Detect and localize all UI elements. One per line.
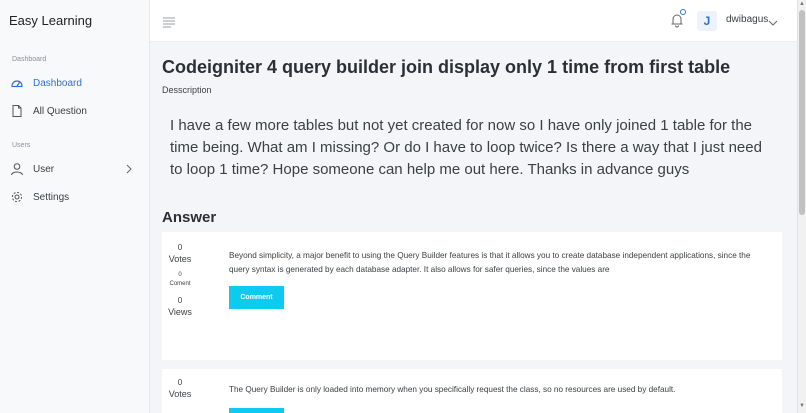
sidebar-item-user[interactable]: User [0, 155, 149, 183]
username-label[interactable]: dwibagus [726, 14, 768, 25]
sidebar-item-dashboard[interactable]: Dashboard [0, 69, 149, 97]
answer-card: 0 Votes The Query Builder is only loaded… [162, 369, 782, 413]
votes-count: 0 [177, 378, 183, 387]
scroll-down-icon[interactable]: ▼ [799, 403, 805, 409]
scroll-thumb[interactable] [799, 10, 805, 215]
user-icon [10, 162, 24, 176]
main-content: Codeigniter 4 query builder join display… [150, 42, 797, 413]
scrollbar[interactable]: ▲ ▼ [797, 0, 806, 413]
comments-count: 0 [178, 272, 182, 278]
dashboard-icon [10, 76, 24, 90]
menu-icon[interactable] [163, 15, 175, 28]
sidebar-item-label: All Question [33, 105, 87, 117]
comments-label: Coment [169, 281, 191, 287]
scroll-up-icon[interactable]: ▲ [799, 1, 805, 7]
chevron-down-icon[interactable] [768, 15, 778, 26]
answer-stats: 0 Votes [162, 369, 198, 399]
answer-card: 0 Votes 0 Coment 0 Views Beyond simplici… [162, 232, 782, 360]
question-title: Codeigniter 4 query builder join display… [162, 57, 731, 77]
views-label: Views [168, 307, 192, 317]
votes-label: Votes [168, 389, 192, 399]
answers-heading: Answer [162, 209, 217, 226]
gear-icon [10, 190, 24, 204]
brand-logo[interactable]: Easy Learning [0, 0, 149, 42]
sidebar-item-settings[interactable]: Settings [0, 183, 149, 211]
top-header: J dwibagus [150, 0, 797, 42]
sidebar-item-all-question[interactable]: All Question [0, 97, 149, 125]
chevron-right-icon [123, 163, 135, 175]
sidebar-item-label: User [33, 163, 55, 175]
description-label: Desscription [162, 85, 212, 95]
sidebar-section-dashboard: Dashboard [12, 56, 47, 63]
votes-label: Votes [168, 254, 192, 264]
avatar[interactable]: J [697, 11, 717, 31]
answer-text: Beyond simplicity, a major benefit to us… [229, 251, 751, 274]
views-count: 0 [177, 296, 183, 305]
answer-text: The Query Builder is only loaded into me… [229, 385, 676, 394]
question-body: I have a few more tables but not yet cre… [170, 117, 762, 178]
answer-stats: 0 Votes 0 Coment 0 Views [162, 232, 198, 317]
document-icon [10, 104, 24, 118]
comment-button[interactable] [229, 408, 284, 413]
sidebar: Easy Learning Dashboard Dashboard All Qu… [0, 0, 150, 413]
votes-count: 0 [177, 243, 183, 252]
sidebar-section-users: Users [12, 142, 31, 149]
sidebar-item-label: Dashboard [33, 77, 82, 89]
notification-dot [680, 9, 686, 15]
comment-button[interactable]: Comment [229, 286, 284, 309]
sidebar-item-label: Settings [33, 191, 70, 203]
